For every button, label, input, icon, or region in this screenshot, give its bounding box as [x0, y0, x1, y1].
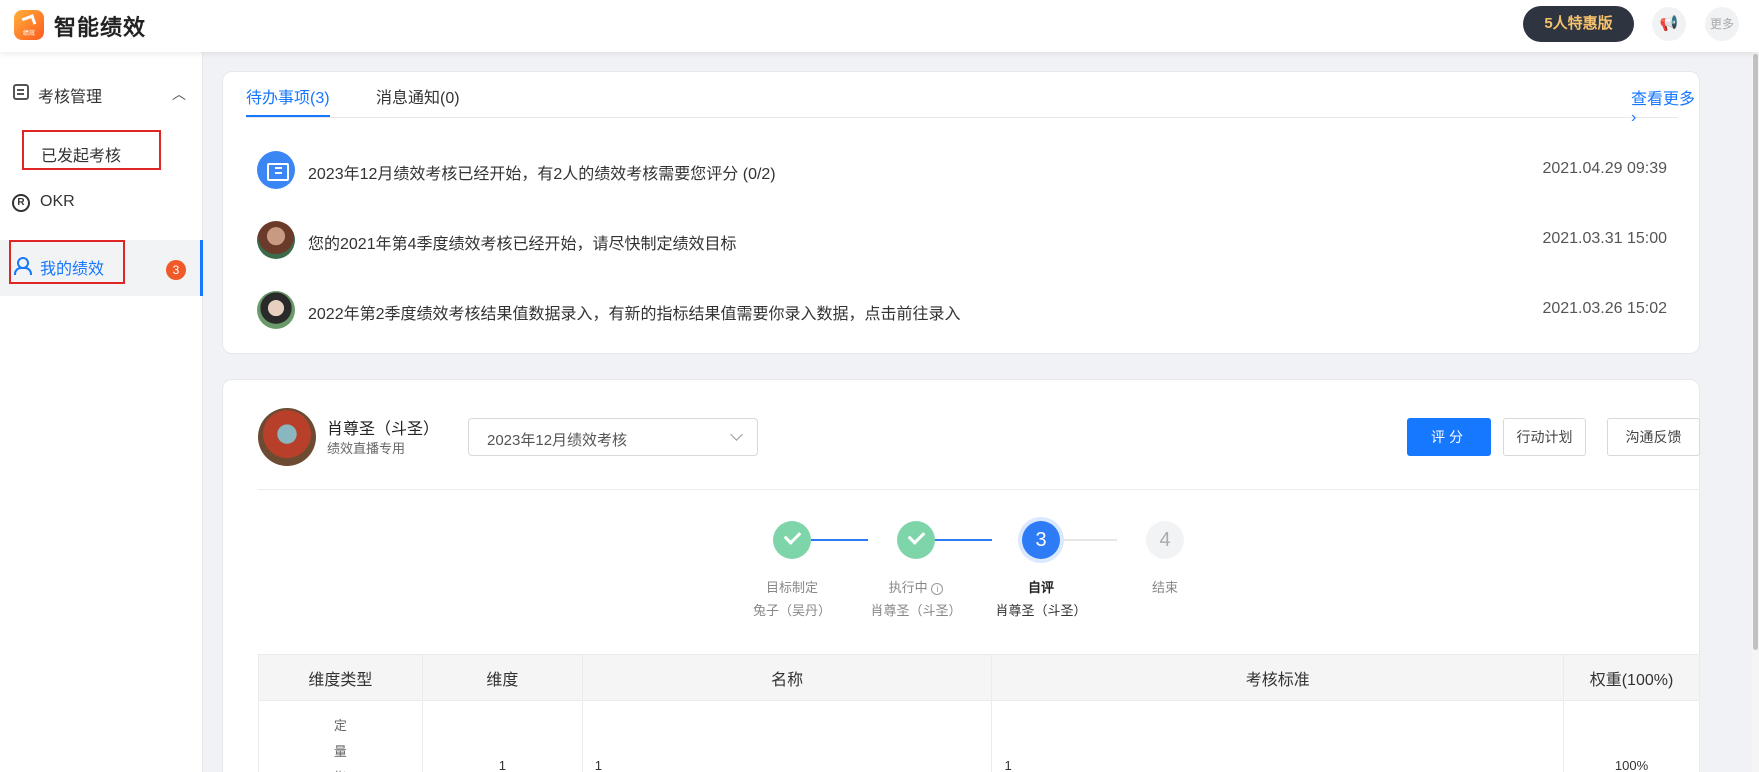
weight-text: 100%: [1614, 758, 1649, 772]
app-logo[interactable]: 绩效: [14, 10, 44, 40]
count-badge: 3: [166, 260, 186, 280]
person-name: 肖尊圣（斗圣）: [327, 421, 440, 438]
chevron-up-icon[interactable]: ︿: [172, 84, 186, 104]
avatar: [258, 408, 316, 466]
scrollbar-thumb[interactable]: [1753, 54, 1758, 650]
tabs-divider: [246, 117, 1678, 118]
user-icon: [14, 257, 32, 275]
cell-type: 定量指: [258, 700, 423, 772]
page-scrollbar[interactable]: [1752, 52, 1759, 772]
task-list-icon: [257, 151, 295, 189]
step-pending: 4: [1146, 521, 1184, 559]
avatar: [257, 221, 295, 259]
step-done-check-icon: [897, 521, 935, 559]
table-header-row: 维度类型 维度 名称 考核标准 权重(100%): [258, 654, 1700, 701]
table-header-cell: 维度类型: [258, 654, 423, 701]
action-plan-button[interactable]: 行动计划: [1503, 418, 1586, 456]
promo-button[interactable]: 5人特惠版: [1523, 6, 1634, 42]
logo-text: 绩效: [22, 31, 35, 37]
todo-item-time: 2021.03.31 15:00: [1542, 230, 1667, 247]
step-person: 肖尊圣（斗圣）: [995, 603, 1087, 618]
cell-name: 1: [581, 700, 993, 772]
tab-bar: 待办事项(3) 消息通知(0) 查看更多 ›: [223, 72, 1699, 126]
table-header-cell: 权重(100%): [1563, 654, 1700, 701]
todo-item[interactable]: 2022年第2季度绩效考核结果值数据录入，有新的指标结果值需要你录入数据，点击前…: [257, 289, 1667, 333]
sidebar-group-label: 考核管理: [38, 89, 103, 106]
edit-doc-icon: [13, 84, 29, 100]
table-header-cell: 维度: [421, 654, 583, 701]
step-person: 兔子（吴丹）: [752, 603, 831, 618]
chevron-down-icon: [730, 428, 743, 441]
see-more-label: 查看更多: [1631, 91, 1696, 108]
period-select[interactable]: 2023年12月绩效考核: [468, 418, 758, 456]
megaphone-icon[interactable]: 📢: [1652, 7, 1686, 41]
tab-notifications[interactable]: 消息通知(0): [376, 84, 460, 108]
todo-item-text: 2022年第2季度绩效考核结果值数据录入，有新的指标结果值需要你录入数据，点击前…: [308, 306, 961, 323]
see-more-link[interactable]: 查看更多 ›: [1631, 85, 1699, 127]
logo-arrow-icon: [21, 14, 37, 28]
cell-weight: 100%: [1563, 700, 1700, 772]
sidebar-item-my-performance[interactable]: 我的绩效 3: [0, 240, 203, 296]
score-button[interactable]: 评分: [1407, 418, 1491, 456]
step-title: 执行中: [888, 580, 928, 595]
performance-card: 肖尊圣（斗圣） 绩效直播专用 2023年12月绩效考核 评分 行动计划 沟通反馈…: [222, 379, 1700, 772]
step-title: 结束: [1151, 580, 1178, 595]
todo-item-time: 2021.03.26 15:02: [1542, 300, 1667, 317]
info-icon[interactable]: i: [931, 582, 944, 595]
feedback-button[interactable]: 沟通反馈: [1607, 418, 1700, 456]
assessment-table: 维度类型 维度 名称 考核标准 权重(100%) 定量指 1 1 1 100%: [258, 654, 1700, 772]
cell-standard: 1: [991, 700, 1565, 772]
name-text: 1: [594, 758, 602, 772]
tab-todo[interactable]: 待办事项(3): [246, 84, 330, 108]
todo-item[interactable]: 2023年12月绩效考核已经开始，有2人的绩效考核需要您评分 (0/2) 202…: [257, 149, 1667, 193]
active-tab-indicator: [246, 115, 330, 117]
todo-item[interactable]: 您的2021年第4季度绩效考核已经开始，请尽快制定绩效目标 2021.03.31…: [257, 219, 1667, 263]
step-person: 肖尊圣（斗圣）: [870, 603, 962, 618]
step-current: 3: [1022, 521, 1060, 559]
step-done-check-icon: [773, 521, 811, 559]
chevron-right-icon: ›: [1631, 109, 1637, 126]
todo-card: 待办事项(3) 消息通知(0) 查看更多 › 2023年12月绩效考核已经开始，…: [222, 71, 1700, 354]
sidebar: 考核管理 ︿ 已发起考核 R OKR 我的绩效 3: [0, 52, 203, 772]
dimension-text: 1: [498, 758, 506, 772]
cell-dimension: 1: [421, 700, 583, 772]
avatar: [257, 291, 295, 329]
table-header-cell: 名称: [581, 654, 993, 701]
period-select-value: 2023年12月绩效考核: [487, 432, 628, 449]
sidebar-group-assessment[interactable]: 考核管理 ︿: [0, 74, 203, 114]
sidebar-item-okr[interactable]: R OKR: [0, 182, 203, 222]
person-subtitle: 绩效直播专用: [327, 441, 406, 456]
app-title: 智能绩效: [54, 15, 147, 40]
type-text: 定量指: [333, 718, 347, 772]
divider: [258, 489, 1700, 490]
todo-item-text: 2023年12月绩效考核已经开始，有2人的绩效考核需要您评分 (0/2): [308, 166, 776, 183]
step-title: 目标制定: [765, 580, 818, 595]
step-title: 自评: [1027, 580, 1054, 595]
sidebar-item-launched[interactable]: 已发起考核: [22, 130, 161, 170]
sidebar-item-label: 已发起考核: [41, 148, 122, 165]
okr-icon: R: [12, 194, 30, 212]
standard-text: 1: [1004, 758, 1012, 772]
step-title-wrap: 执行中 i: [856, 577, 976, 596]
table-row[interactable]: 定量指 1 1 1 100%: [258, 700, 1700, 772]
sidebar-item-label: OKR: [40, 193, 75, 210]
table-header-cell: 考核标准: [991, 654, 1565, 701]
todo-item-time: 2021.04.29 09:39: [1542, 160, 1667, 177]
more-button[interactable]: 更多: [1705, 7, 1739, 41]
sidebar-item-label: 我的绩效: [40, 261, 105, 278]
top-bar: 绩效 智能绩效 5人特惠版 📢 更多: [0, 0, 1759, 52]
todo-item-text: 您的2021年第4季度绩效考核已经开始，请尽快制定绩效目标: [308, 236, 737, 253]
